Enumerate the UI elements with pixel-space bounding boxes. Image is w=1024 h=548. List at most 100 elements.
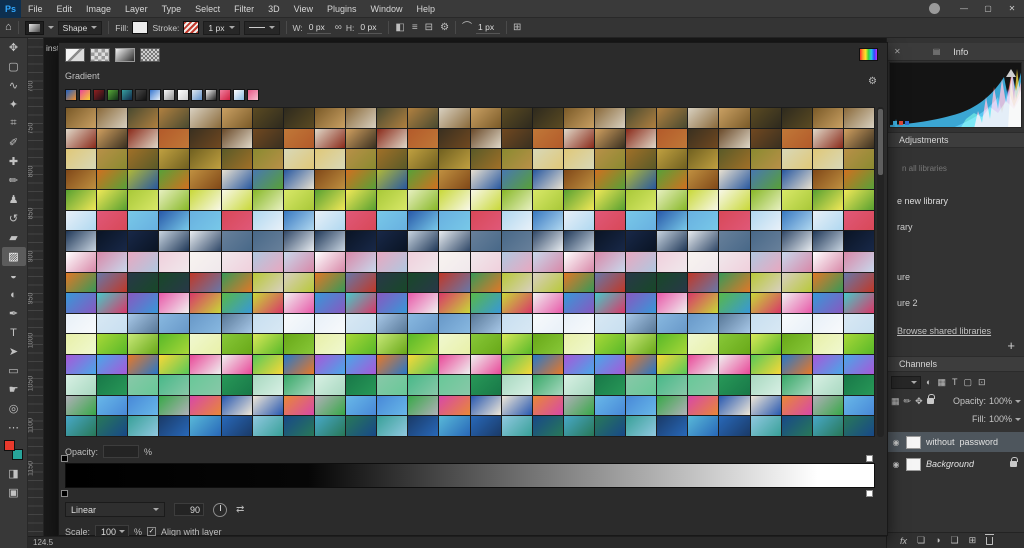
gradient-swatch[interactable] bbox=[501, 375, 532, 395]
gradient-swatch[interactable] bbox=[252, 416, 283, 436]
gradient-swatch[interactable] bbox=[377, 395, 408, 416]
gradient-swatch[interactable] bbox=[501, 272, 532, 293]
gradient-swatch[interactable] bbox=[128, 169, 159, 190]
solid-color-button[interactable] bbox=[90, 48, 110, 62]
gradient-swatch[interactable] bbox=[688, 395, 719, 416]
marquee-tool[interactable]: ▢ bbox=[2, 57, 26, 76]
gradient-swatch[interactable] bbox=[812, 231, 843, 251]
gradient-swatch[interactable] bbox=[314, 293, 346, 313]
gradient-swatch[interactable] bbox=[283, 272, 314, 293]
library-item[interactable]: rary bbox=[897, 222, 913, 232]
gradient-swatch[interactable] bbox=[66, 354, 97, 375]
gradient-swatch[interactable] bbox=[501, 354, 532, 375]
menu-item[interactable]: File bbox=[21, 0, 50, 18]
gradient-swatch[interactable] bbox=[97, 251, 128, 272]
gradient-swatch[interactable] bbox=[719, 128, 750, 149]
adjustments-header[interactable]: Adjustments bbox=[887, 132, 1024, 148]
gradient-swatch[interactable] bbox=[346, 416, 377, 436]
gradient-swatch[interactable] bbox=[626, 149, 657, 169]
gradient-swatch[interactable] bbox=[66, 416, 97, 436]
delete-layer-icon[interactable] bbox=[985, 533, 995, 545]
gradient-swatch[interactable] bbox=[470, 251, 501, 272]
gradient-swatch[interactable] bbox=[377, 354, 408, 375]
gradient-swatch[interactable] bbox=[97, 313, 128, 334]
brush-tool[interactable]: ✏ bbox=[2, 171, 26, 190]
gradient-swatch[interactable] bbox=[843, 190, 874, 210]
gradient-swatch[interactable] bbox=[657, 375, 688, 395]
gradient-swatch[interactable] bbox=[750, 334, 781, 354]
gradient-swatch[interactable] bbox=[377, 416, 408, 436]
gradient-swatch[interactable] bbox=[843, 210, 874, 231]
gradient-swatch[interactable] bbox=[657, 354, 688, 375]
gradient-swatch[interactable] bbox=[377, 190, 408, 210]
gradient-swatch[interactable] bbox=[501, 210, 532, 231]
minimize-button[interactable]: — bbox=[952, 0, 976, 18]
gradient-swatch[interactable] bbox=[470, 210, 501, 231]
gradient-swatch[interactable] bbox=[470, 231, 501, 251]
gradient-swatch[interactable] bbox=[283, 375, 314, 395]
gradient-swatch[interactable] bbox=[781, 149, 812, 169]
gradient-swatch[interactable] bbox=[843, 108, 874, 128]
gradient-swatch[interactable] bbox=[781, 190, 812, 210]
gradient-swatch[interactable] bbox=[314, 334, 346, 354]
opacity-stop-left[interactable] bbox=[61, 455, 68, 462]
gradient-swatch[interactable] bbox=[190, 293, 221, 313]
gradient-swatch[interactable] bbox=[283, 293, 314, 313]
gradient-swatch[interactable] bbox=[563, 272, 594, 293]
gradient-swatch[interactable] bbox=[594, 416, 626, 436]
gradient-swatch[interactable] bbox=[532, 354, 563, 375]
color-picker-button[interactable] bbox=[859, 48, 878, 61]
gradient-swatch[interactable] bbox=[159, 108, 190, 128]
gradient-swatch[interactable] bbox=[252, 149, 283, 169]
gradient-swatch[interactable] bbox=[283, 416, 314, 436]
gradient-swatch[interactable] bbox=[532, 272, 563, 293]
gradient-fill-button[interactable] bbox=[115, 48, 135, 62]
gradient-swatch[interactable] bbox=[128, 395, 159, 416]
pen-tool[interactable]: ✒ bbox=[2, 304, 26, 323]
gradient-swatch[interactable] bbox=[314, 395, 346, 416]
gradient-swatch[interactable] bbox=[283, 169, 314, 190]
menu-item[interactable]: Layer bbox=[118, 0, 155, 18]
gradient-swatch[interactable] bbox=[377, 293, 408, 313]
gradient-swatch[interactable] bbox=[128, 210, 159, 231]
gradient-swatch[interactable] bbox=[97, 375, 128, 395]
gradient-swatch[interactable] bbox=[750, 169, 781, 190]
gradient-swatch[interactable] bbox=[97, 416, 128, 436]
gradient-swatch[interactable] bbox=[843, 313, 874, 334]
recent-gradient-swatch[interactable] bbox=[191, 89, 203, 101]
gradient-swatch[interactable] bbox=[439, 354, 470, 375]
history-brush-tool[interactable]: ↺ bbox=[2, 209, 26, 228]
gradient-type-select[interactable]: Linear bbox=[65, 502, 165, 517]
gradient-swatch[interactable] bbox=[221, 375, 252, 395]
gradient-swatch[interactable] bbox=[657, 334, 688, 354]
gradient-swatch[interactable] bbox=[532, 313, 563, 334]
chevron-down-icon[interactable] bbox=[47, 26, 54, 29]
gradient-swatch[interactable] bbox=[657, 395, 688, 416]
gradient-swatch[interactable] bbox=[532, 128, 563, 149]
gradient-swatch[interactable] bbox=[626, 375, 657, 395]
gradient-swatch[interactable] bbox=[657, 416, 688, 436]
chevron-down-icon[interactable] bbox=[1015, 399, 1021, 403]
gradient-swatch[interactable] bbox=[346, 210, 377, 231]
gradient-swatch[interactable] bbox=[501, 313, 532, 334]
gradient-swatch[interactable] bbox=[190, 395, 221, 416]
gradient-swatch[interactable] bbox=[626, 251, 657, 272]
gradient-swatch[interactable] bbox=[439, 251, 470, 272]
gradient-swatch[interactable] bbox=[283, 210, 314, 231]
gradient-swatch[interactable] bbox=[470, 128, 501, 149]
gradient-swatch[interactable] bbox=[812, 108, 843, 128]
gradient-swatch[interactable] bbox=[408, 128, 439, 149]
gradient-swatch[interactable] bbox=[252, 128, 283, 149]
gradient-swatch[interactable] bbox=[594, 128, 626, 149]
gradient-swatch[interactable] bbox=[66, 190, 97, 210]
gradient-swatch[interactable] bbox=[66, 210, 97, 231]
gradient-swatch[interactable] bbox=[97, 395, 128, 416]
recent-gradient-swatch[interactable] bbox=[93, 89, 105, 101]
gradient-swatch[interactable] bbox=[719, 313, 750, 334]
gradient-swatch[interactable] bbox=[159, 190, 190, 210]
gradient-swatch[interactable] bbox=[532, 416, 563, 436]
gradient-swatch[interactable] bbox=[470, 375, 501, 395]
browse-shared-libraries-link[interactable]: Browse shared libraries bbox=[897, 326, 991, 336]
gradient-swatch[interactable] bbox=[346, 128, 377, 149]
gradient-swatch[interactable] bbox=[190, 313, 221, 334]
